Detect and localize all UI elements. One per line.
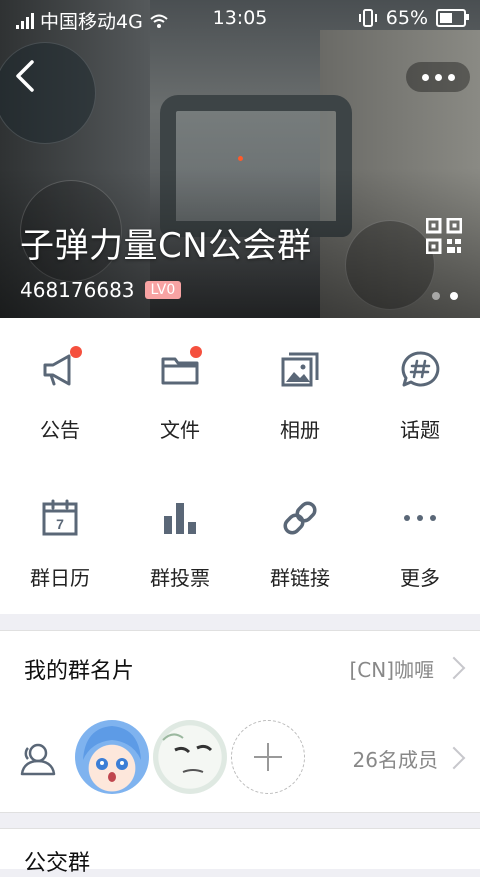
grid-item-label: 文件 xyxy=(160,418,200,442)
cover-scene-crosshair xyxy=(238,156,243,161)
member-count: 26名成员 xyxy=(352,748,438,772)
folder-icon xyxy=(158,346,202,392)
photo-album-icon xyxy=(278,348,322,392)
more-dots-icon xyxy=(398,496,442,540)
status-bar: 中国移动4G 13:05 65% xyxy=(0,0,480,40)
group-cover xyxy=(0,0,480,318)
pager-dot xyxy=(432,292,440,300)
grid-item-calendar[interactable]: 7 群日历 xyxy=(0,466,120,614)
add-member-button[interactable] xyxy=(231,720,305,794)
megaphone-icon xyxy=(38,346,82,392)
function-grid: 公告 文件 相册 话题 7 群日历 群投票 群链接 更多 xyxy=(0,318,480,614)
level-badge: LV0 xyxy=(144,281,182,299)
my-group-card-value: [CN]咖喱 xyxy=(349,658,434,682)
grid-item-label: 更多 xyxy=(400,566,440,590)
qr-code-icon[interactable] xyxy=(426,218,462,254)
my-group-card-row[interactable]: 我的群名片 [CN]咖喱 xyxy=(0,630,480,704)
members-row[interactable]: 26名成员 xyxy=(0,702,480,813)
cover-pager xyxy=(432,292,458,300)
calendar-icon: 7 xyxy=(38,496,82,540)
member-avatar[interactable] xyxy=(75,720,149,794)
grid-item-label: 公告 xyxy=(40,418,80,442)
svg-text:7: 7 xyxy=(56,516,64,532)
link-icon xyxy=(278,496,322,540)
more-options-button[interactable] xyxy=(406,62,470,92)
back-chevron-icon[interactable] xyxy=(10,58,40,94)
unread-badge xyxy=(190,346,202,358)
chevron-right-icon xyxy=(442,656,466,680)
chevron-right-icon xyxy=(442,746,466,770)
grid-item-files[interactable]: 文件 xyxy=(120,318,240,466)
next-row[interactable]: 公交群 xyxy=(0,828,480,876)
my-group-card-title: 我的群名片 xyxy=(24,659,135,684)
grid-item-topics[interactable]: 话题 xyxy=(360,318,480,466)
hashtag-chat-icon xyxy=(398,348,442,392)
grid-item-label: 话题 xyxy=(400,418,440,442)
next-row-title: 公交群 xyxy=(24,851,91,876)
bar-chart-icon xyxy=(158,496,202,540)
grid-item-label: 群投票 xyxy=(150,566,210,590)
group-id: 468176683 xyxy=(20,278,135,302)
grid-item-more[interactable]: 更多 xyxy=(360,466,480,614)
grid-item-label: 群日历 xyxy=(30,566,90,590)
grid-item-vote[interactable]: 群投票 xyxy=(120,466,240,614)
group-name: 子弹力量CN公会群 xyxy=(20,226,312,266)
unread-badge xyxy=(70,346,82,358)
battery-percent: 65% xyxy=(385,7,428,29)
grid-item-album[interactable]: 相册 xyxy=(240,318,360,466)
grid-item-label: 相册 xyxy=(280,418,320,442)
group-id-row: 468176683 LV0 xyxy=(20,278,182,302)
grid-item-label: 群链接 xyxy=(270,566,330,590)
battery-icon xyxy=(436,9,469,27)
pager-dot-active xyxy=(450,292,458,300)
grid-item-link[interactable]: 群链接 xyxy=(240,466,360,614)
grid-item-announcement[interactable]: 公告 xyxy=(0,318,120,466)
member-avatar[interactable] xyxy=(153,720,227,794)
members-icon xyxy=(20,743,56,776)
vibrate-icon xyxy=(358,9,377,27)
